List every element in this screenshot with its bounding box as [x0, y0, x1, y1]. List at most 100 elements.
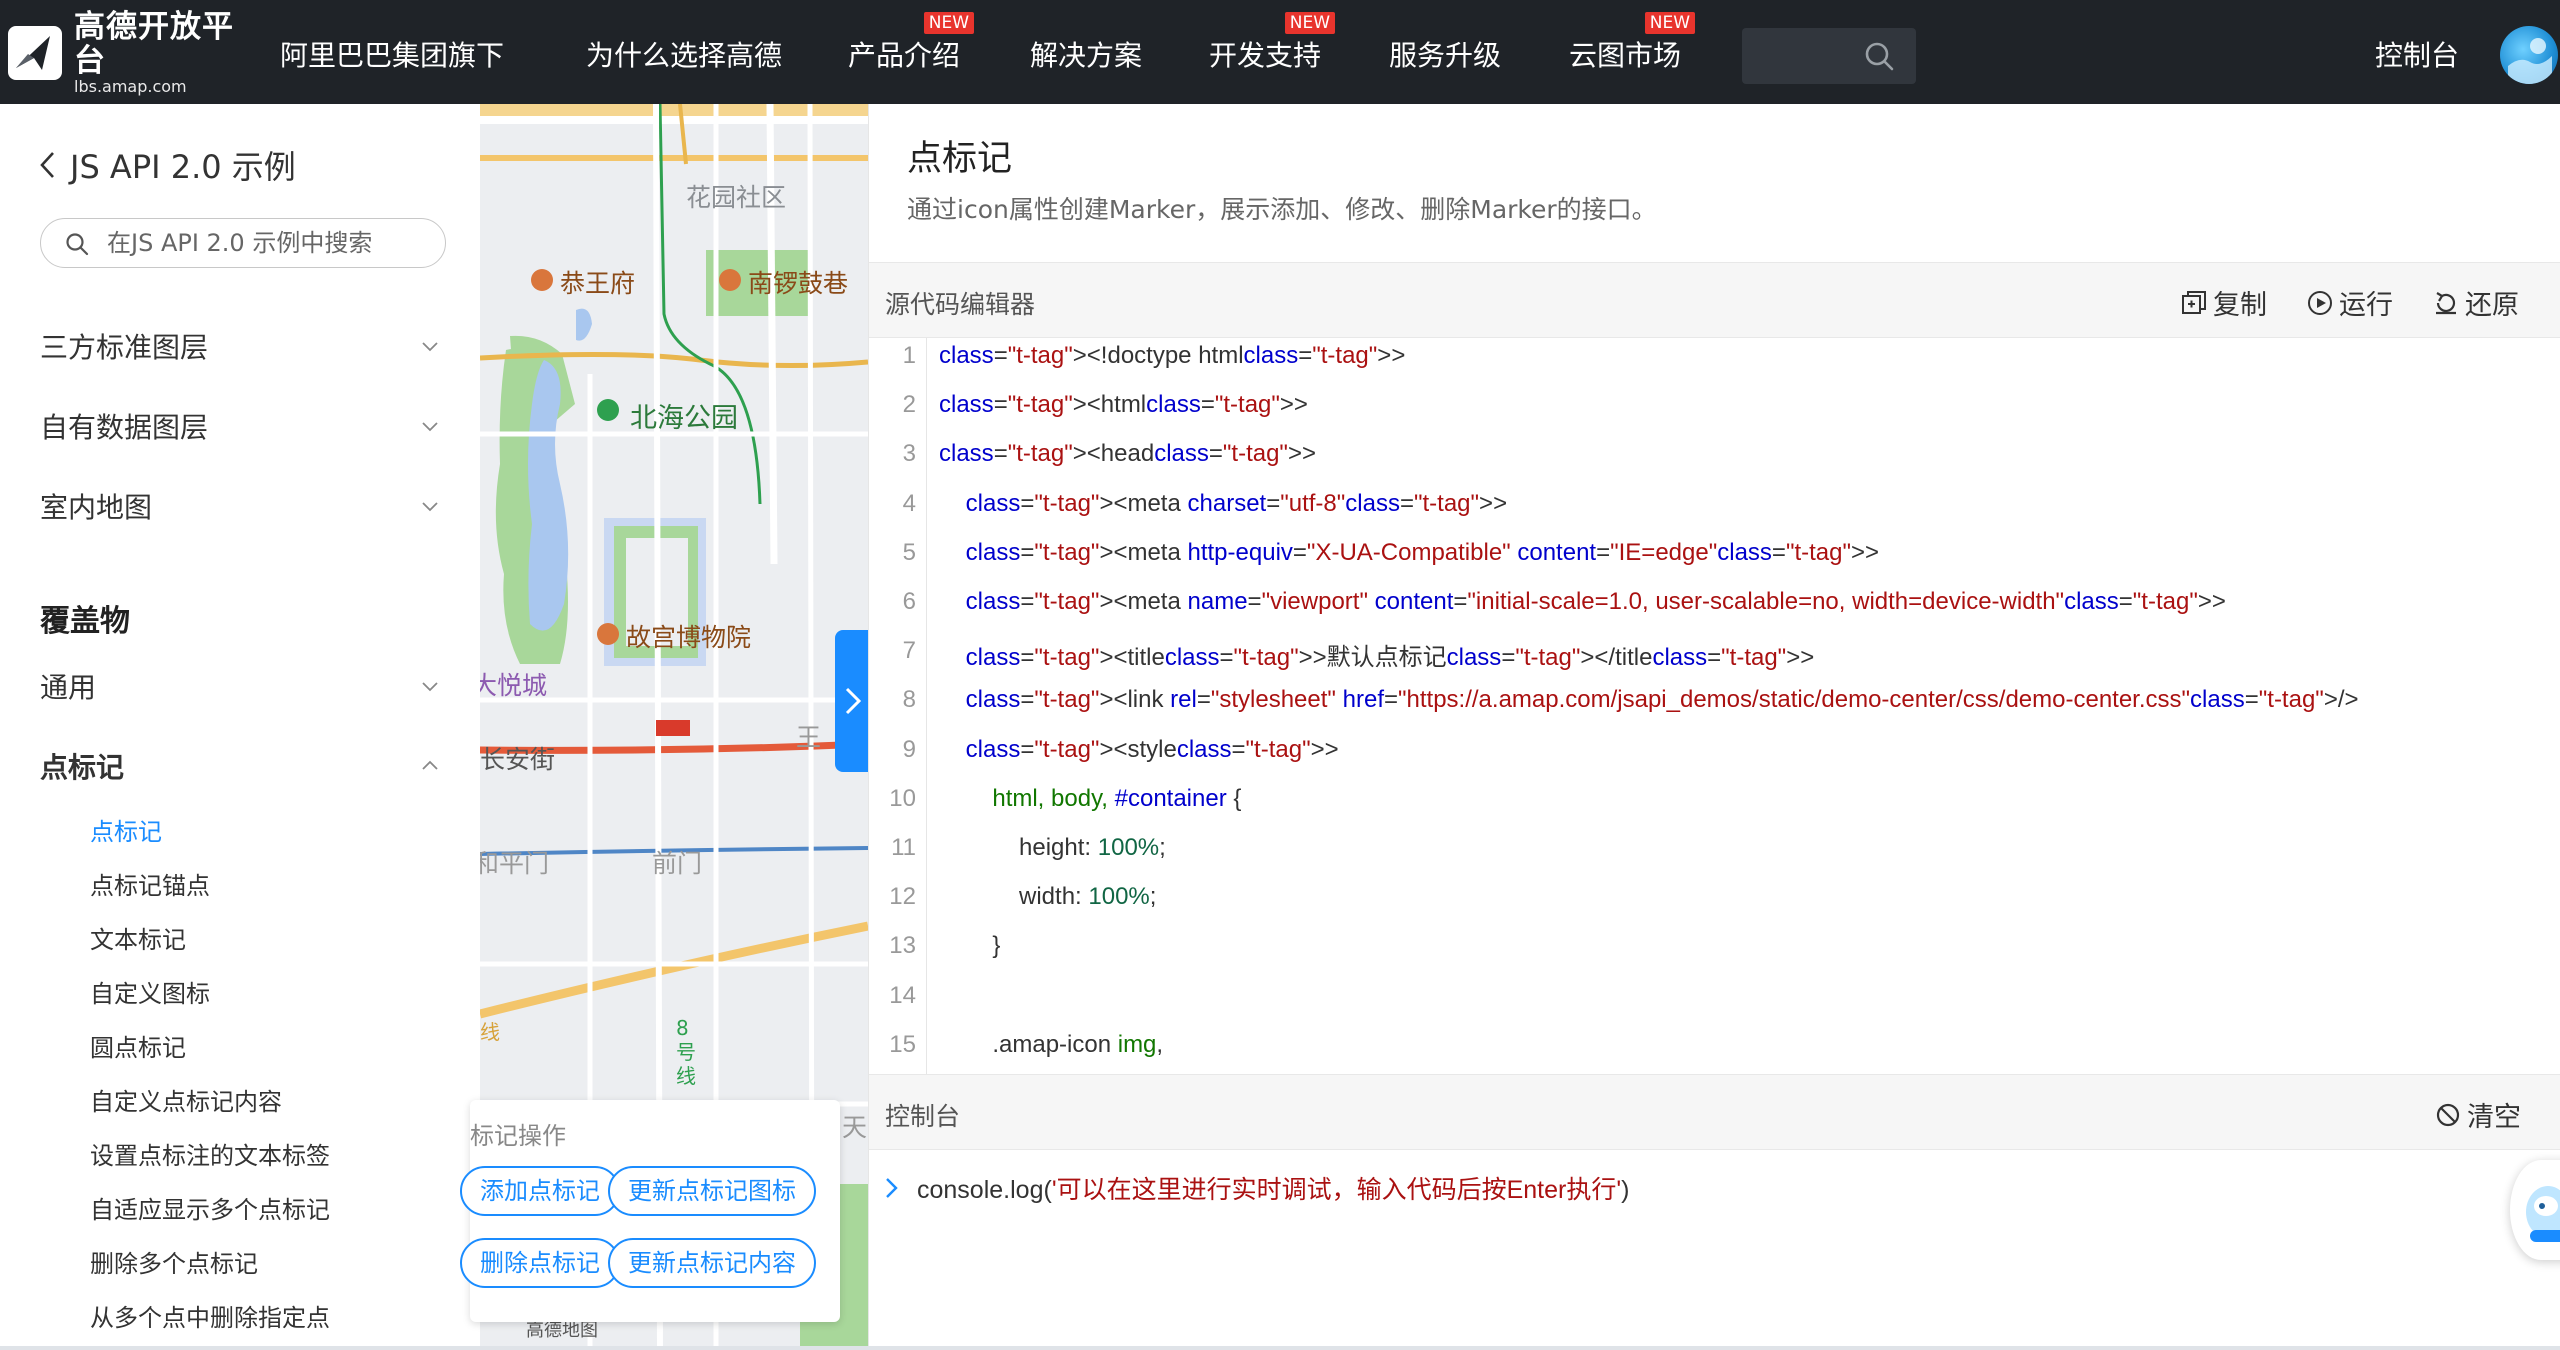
map-label: 北海公园	[630, 403, 738, 434]
page-title: 点标记	[907, 139, 1013, 179]
code-line: class="t-tag"><styleclass="t-tag">>	[965, 735, 1339, 763]
chevron-down-icon	[422, 342, 438, 352]
map-collapse-toggle[interactable]	[835, 630, 871, 772]
menu-group-indoor-map[interactable]: 室内地图	[40, 486, 440, 526]
restore-icon	[2436, 291, 2456, 314]
demo-content: 点标记 通过icon属性创建Marker，展示添加、修改、删除Marker的接口…	[868, 104, 2560, 1350]
menu-group-marker[interactable]: 点标记	[40, 746, 440, 786]
code-line: class="t-tag"><link rel="stylesheet" hre…	[965, 686, 2359, 714]
line-number: 12	[889, 883, 916, 911]
line-number: 8	[902, 686, 916, 714]
update-icon-button[interactable]: 更新点标记图标	[608, 1166, 816, 1216]
sidebar-item-fit-view[interactable]: 自适应显示多个点标记	[90, 1194, 330, 1226]
line-number: 13	[889, 932, 916, 960]
section-title-overlays: 覆盖物	[40, 604, 130, 639]
demo-search-box[interactable]	[40, 218, 446, 268]
code-line: height: 100%;	[939, 834, 1166, 861]
sidebar-item-remove-multiple[interactable]: 删除多个点标记	[90, 1248, 258, 1280]
logo-subtitle: lbs.amap.com	[74, 77, 187, 96]
menu-group-third-party-layers[interactable]: 三方标准图层	[40, 326, 440, 366]
add-marker-button[interactable]: 添加点标记	[460, 1166, 620, 1216]
map-label: 王	[796, 723, 822, 752]
chevron-right-icon	[845, 687, 862, 715]
menu-group-general[interactable]: 通用	[40, 666, 440, 706]
line-number: 4	[902, 489, 916, 517]
editor-toolbar: 源代码编辑器 复制 运行 还原	[869, 262, 2560, 338]
map-label: 花园社区	[686, 183, 787, 212]
sidebar-item-text-label[interactable]: 设置点标注的文本标签	[90, 1140, 330, 1172]
code-line: class="t-tag"><titleclass="t-tag">>默认点标记…	[965, 644, 1815, 672]
nav-item-why-amap[interactable]: 为什么选择高德	[586, 36, 782, 76]
map-label: 线	[480, 1020, 500, 1044]
map-label: 大悦城	[480, 671, 548, 700]
editor-title: 源代码编辑器	[885, 290, 1036, 319]
nav-search-box[interactable]	[1742, 28, 1916, 84]
map-label: 8号线	[676, 1016, 696, 1088]
update-content-button[interactable]: 更新点标记内容	[608, 1238, 816, 1288]
line-number: 3	[902, 440, 916, 468]
nav-item-dev-support[interactable]: 开发支持 NEW	[1209, 12, 1336, 76]
code-line: class="t-tag"><meta name="viewport" cont…	[965, 588, 2226, 615]
map-label: 天	[842, 1113, 868, 1142]
restore-button[interactable]: 还原	[2433, 283, 2519, 322]
line-number-gutter: 123456789101112131415161718	[869, 338, 927, 1078]
run-button[interactable]: 运行	[2307, 283, 2393, 322]
line-number: 15	[889, 1030, 916, 1058]
remove-marker-button[interactable]: 删除点标记	[460, 1238, 620, 1288]
amap-logo[interactable]: 高德开放平台 lbs.amap.com	[6, 10, 256, 96]
new-badge: NEW	[1284, 12, 1336, 34]
sidebar-item-custom-content[interactable]: 自定义点标记内容	[90, 1086, 282, 1118]
nav-item-solutions[interactable]: 解决方案	[1030, 36, 1142, 76]
chevron-left-icon	[40, 152, 54, 178]
nav-item-products[interactable]: 产品介绍 NEW	[848, 12, 975, 76]
amap-logo-icon	[6, 24, 64, 82]
copy-button[interactable]: 复制	[2181, 283, 2267, 322]
line-number: 9	[902, 735, 916, 763]
new-badge: NEW	[1644, 12, 1696, 34]
back-to-demos[interactable]: JS API 2.0 示例	[38, 142, 296, 188]
chevron-down-icon	[422, 502, 438, 512]
map-label: 恭王府	[560, 269, 636, 298]
code-line: width: 100%;	[939, 883, 1157, 911]
panel-title: 标记操作	[470, 1122, 566, 1150]
demo-sidebar: JS API 2.0 示例 三方标准图层 自有数据图层 室内地图 覆盖物 通用 …	[0, 104, 480, 1350]
nav-item-cloud-market[interactable]: 云图市场 NEW	[1569, 12, 1696, 76]
line-number: 6	[902, 588, 916, 615]
console-title: 控制台	[885, 1102, 961, 1131]
line-number: 1	[902, 342, 916, 369]
code-editor[interactable]: 123456789101112131415161718 class="t-tag…	[869, 338, 2560, 1078]
sidebar-item-custom-icon[interactable]: 自定义图标	[90, 978, 210, 1010]
search-icon[interactable]	[1864, 41, 1894, 71]
search-icon	[66, 233, 89, 256]
code-line: }	[939, 932, 1001, 960]
console-input-line[interactable]: console.log('可以在这里进行实时调试，输入代码后按Enter执行')	[885, 1170, 1629, 1206]
new-badge: NEW	[923, 12, 975, 34]
code-line: class="t-tag"><meta http-equiv="X-UA-Com…	[965, 538, 1880, 566]
chevron-down-icon	[422, 682, 438, 692]
logo-title: 高德开放平台	[74, 9, 234, 79]
clear-console-button[interactable]: 清空	[2435, 1095, 2521, 1134]
sidebar-item-marker[interactable]: 点标记	[90, 816, 162, 848]
nav-item-service-upgrade[interactable]: 服务升级	[1389, 36, 1501, 76]
marker-operation-panel: 标记操作 添加点标记 更新点标记图标 删除点标记 更新点标记内容	[460, 1100, 840, 1322]
code-line: class="t-tag"><meta charset="utf-8"class…	[965, 489, 1508, 517]
back-label: JS API 2.0 示例	[70, 148, 296, 186]
menu-group-own-data-layers[interactable]: 自有数据图层	[40, 406, 440, 446]
console-log-text: console.log('可以在这里进行实时调试，输入代码后按Enter执行')	[917, 1176, 1630, 1204]
sidebar-item-text-marker[interactable]: 文本标记	[90, 924, 186, 956]
code-line: html, body, #container {	[992, 784, 1242, 812]
play-icon	[2308, 290, 2332, 315]
code-line: .amap-icon img,	[939, 1030, 1164, 1058]
console-toolbar: 控制台 清空	[869, 1074, 2560, 1150]
user-avatar[interactable]	[2500, 26, 2558, 84]
top-nav-bar: 高德开放平台 lbs.amap.com 阿里巴巴集团旗下 为什么选择高德 产品介…	[0, 0, 2560, 104]
demo-search-input[interactable]	[107, 227, 427, 259]
sidebar-item-remove-specified[interactable]: 从多个点中删除指定点	[90, 1302, 330, 1334]
map-label: 故宫博物院	[626, 623, 752, 652]
console-link[interactable]: 控制台	[2375, 36, 2459, 76]
nav-tagline: 阿里巴巴集团旗下	[280, 39, 505, 72]
sidebar-item-circle-marker[interactable]: 圆点标记	[90, 1032, 186, 1064]
map-label: 南锣鼓巷	[748, 269, 849, 298]
sidebar-item-marker-anchor[interactable]: 点标记锚点	[90, 870, 210, 902]
page-bottom-border	[0, 1346, 2560, 1350]
